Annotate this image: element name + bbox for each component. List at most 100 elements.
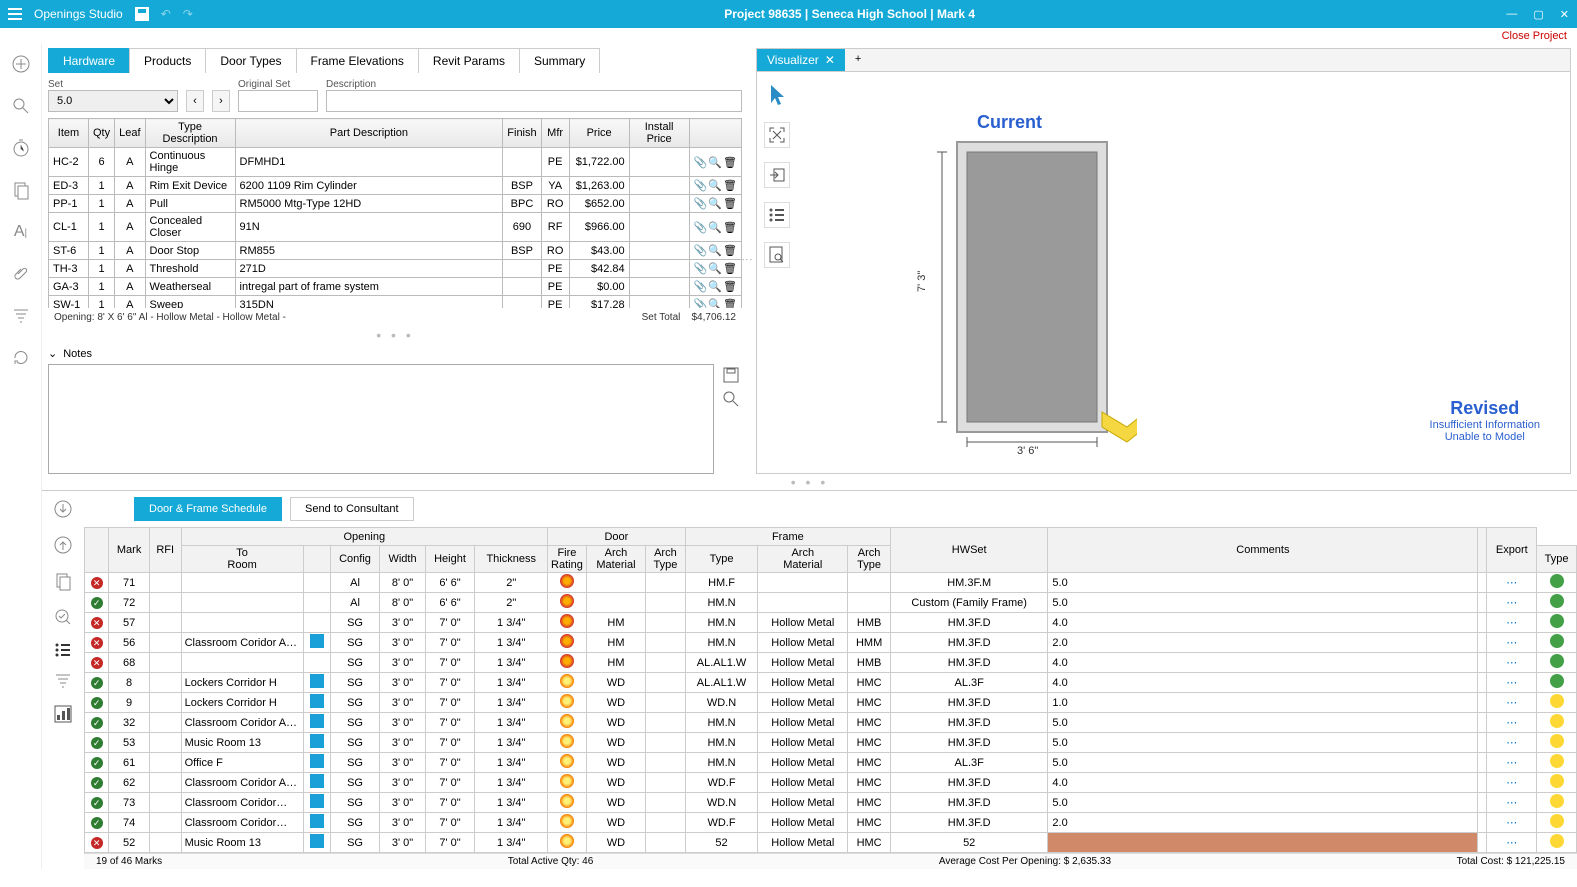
undo-icon[interactable]: ↶ [161, 7, 171, 21]
schedule-row[interactable]: ✕ 71 Al8' 0"6' 6"2" HM.F HM.3F.M 5.0 ⋯ [85, 573, 1577, 593]
set-select[interactable]: 5.0 [48, 90, 178, 112]
hardware-row[interactable]: SW-11ASweep315DNPE$17.28📎🔍🗑 [49, 296, 742, 309]
download-icon[interactable] [53, 499, 73, 519]
attach-icon[interactable]: 📎 [694, 262, 708, 275]
hardware-row[interactable]: PP-11APullRM5000 Mtg-Type 12HDBPCRO$652.… [49, 195, 742, 213]
notes-toggle[interactable]: ⌄Notes [48, 343, 742, 364]
schedule-row[interactable]: ✓ 53 Music Room 13 SG3' 0"7' 0"1 3/4" WD… [85, 733, 1577, 753]
timer-icon[interactable] [9, 136, 33, 160]
text-icon[interactable]: A| [9, 220, 33, 244]
view-icon[interactable]: 🔍 [708, 298, 722, 308]
close-project-link[interactable]: Close Project [1502, 30, 1567, 42]
schedule-row[interactable]: ✕ 56 Classroom Coridor A… SG3' 0"7' 0"1 … [85, 633, 1577, 653]
row-menu-icon[interactable]: ⋯ [1506, 797, 1517, 809]
hardware-table[interactable]: Item Qty Leaf Type Description Part Desc… [48, 118, 742, 308]
filter2-icon[interactable] [54, 673, 72, 689]
view-icon[interactable]: 🔍 [708, 262, 722, 275]
view-icon[interactable]: 🔍 [708, 221, 722, 234]
view-icon[interactable]: 🔍 [708, 179, 722, 192]
tab-doortypes[interactable]: Door Types [205, 48, 296, 73]
list2-icon[interactable] [54, 643, 72, 657]
row-menu-icon[interactable]: ⋯ [1506, 817, 1517, 829]
schedule-row[interactable]: ✓ 73 Classroom Coridor… SG3' 0"7' 0"1 3/… [85, 793, 1577, 813]
notes-save-icon[interactable] [722, 366, 740, 384]
minimize-icon[interactable]: — [1506, 8, 1517, 21]
row-menu-icon[interactable]: ⋯ [1506, 697, 1517, 709]
cursor-icon[interactable] [764, 82, 790, 108]
view-icon[interactable]: 🔍 [708, 197, 722, 210]
origset-input[interactable] [238, 90, 318, 112]
attach-icon[interactable]: 📎 [694, 280, 708, 293]
visualizer-tab[interactable]: Visualizer✕ [757, 49, 845, 71]
row-menu-icon[interactable]: ⋯ [1506, 737, 1517, 749]
schedule-row[interactable]: ✕ 52 Music Room 13 SG3' 0"7' 0"1 3/4" WD… [85, 833, 1577, 853]
row-menu-icon[interactable]: ⋯ [1506, 657, 1517, 669]
copy-icon[interactable] [9, 178, 33, 202]
hardware-row[interactable]: CL-11AConcealed Closer91N690RF$966.00📎🔍🗑 [49, 213, 742, 242]
delete-icon[interactable]: 🗑 [723, 197, 737, 210]
view-icon[interactable]: 🔍 [708, 156, 722, 169]
attach-icon[interactable]: 📎 [694, 179, 708, 192]
attachment-icon[interactable] [9, 262, 33, 286]
row-menu-icon[interactable]: ⋯ [1506, 837, 1517, 849]
view-icon[interactable]: 🔍 [708, 244, 722, 257]
row-menu-icon[interactable]: ⋯ [1506, 777, 1517, 789]
desc-input[interactable] [326, 90, 742, 112]
hardware-row[interactable]: ST-61ADoor StopRM855BSPRO$43.00📎🔍🗑 [49, 242, 742, 260]
delete-icon[interactable]: 🗑 [723, 262, 737, 275]
hardware-row[interactable]: HC-26AContinuous HingeDFMHD1PE$1,722.00📎… [49, 148, 742, 177]
schedule-tab[interactable]: Door & Frame Schedule [134, 497, 282, 521]
tab-hardware[interactable]: Hardware [48, 48, 130, 73]
delete-icon[interactable]: 🗑 [723, 221, 737, 234]
vertical-splitter[interactable]: ⋮ [742, 44, 752, 474]
inspect-icon[interactable] [53, 607, 73, 627]
schedule-row[interactable]: ✓ 62 Classroom Coridor A… SG3' 0"7' 0"1 … [85, 773, 1577, 793]
schedule-row[interactable]: ✓ 72 Al8' 0"6' 6"2" HM.N Custom (Family … [85, 593, 1577, 613]
row-menu-icon[interactable]: ⋯ [1506, 597, 1517, 609]
attach-icon[interactable]: 📎 [694, 244, 708, 257]
schedule-row[interactable]: ✓ 8 Lockers Corridor H SG3' 0"7' 0"1 3/4… [85, 673, 1577, 693]
filter-icon[interactable] [9, 304, 33, 328]
delete-icon[interactable]: 🗑 [723, 179, 737, 192]
import-icon[interactable] [764, 162, 790, 188]
hardware-row[interactable]: ED-31ARim Exit Device6200 1109 Rim Cylin… [49, 177, 742, 195]
row-menu-icon[interactable]: ⋯ [1506, 757, 1517, 769]
page-search-icon[interactable] [764, 242, 790, 268]
row-menu-icon[interactable]: ⋯ [1506, 717, 1517, 729]
attach-icon[interactable]: 📎 [694, 298, 708, 308]
tab-frameelev[interactable]: Frame Elevations [296, 48, 419, 73]
attach-icon[interactable]: 📎 [694, 197, 708, 210]
viz-add-tab[interactable]: + [845, 49, 871, 71]
consultant-tab[interactable]: Send to Consultant [290, 497, 414, 521]
delete-icon[interactable]: 🗑 [723, 280, 737, 293]
zoom-extents-icon[interactable] [764, 122, 790, 148]
viz-close-icon[interactable]: ✕ [825, 53, 835, 67]
list-icon[interactable] [764, 202, 790, 228]
schedule-row[interactable]: ✓ 32 Classroom Coridor A… SG3' 0"7' 0"1 … [85, 713, 1577, 733]
schedule-row[interactable]: ✕ 57 SG3' 0"7' 0"1 3/4" HMHM.N Hollow Me… [85, 613, 1577, 633]
row-menu-icon[interactable]: ⋯ [1506, 577, 1517, 589]
set-next-button[interactable]: › [212, 90, 230, 112]
schedule-table[interactable]: MarkRFI Opening Door Frame HWSet Comment… [84, 527, 1577, 853]
delete-icon[interactable]: 🗑 [723, 298, 737, 308]
set-prev-button[interactable]: ‹ [186, 90, 204, 112]
menu-icon[interactable] [8, 8, 22, 20]
add-icon[interactable] [9, 52, 33, 76]
delete-icon[interactable]: 🗑 [723, 156, 737, 169]
hardware-row[interactable]: GA-31AWeathersealintregal part of frame … [49, 278, 742, 296]
schedule-row[interactable]: ✕ 68 SG3' 0"7' 0"1 3/4" HMAL.AL1.W Hollo… [85, 653, 1577, 673]
row-menu-icon[interactable]: ⋯ [1506, 617, 1517, 629]
tab-products[interactable]: Products [129, 48, 206, 73]
tab-revit[interactable]: Revit Params [418, 48, 520, 73]
maximize-icon[interactable]: ▢ [1533, 8, 1543, 21]
save-icon[interactable] [135, 7, 149, 21]
row-menu-icon[interactable]: ⋯ [1506, 637, 1517, 649]
tab-summary[interactable]: Summary [519, 48, 600, 73]
view-icon[interactable]: 🔍 [708, 280, 722, 293]
refresh-icon[interactable] [9, 346, 33, 370]
horizontal-splitter[interactable]: • • • [48, 327, 742, 343]
notes-textarea[interactable] [48, 364, 714, 474]
copy2-icon[interactable] [54, 571, 72, 591]
attach-icon[interactable]: 📎 [694, 221, 708, 234]
schedule-row[interactable]: ✓ 61 Office F SG3' 0"7' 0"1 3/4" WDHM.N … [85, 753, 1577, 773]
